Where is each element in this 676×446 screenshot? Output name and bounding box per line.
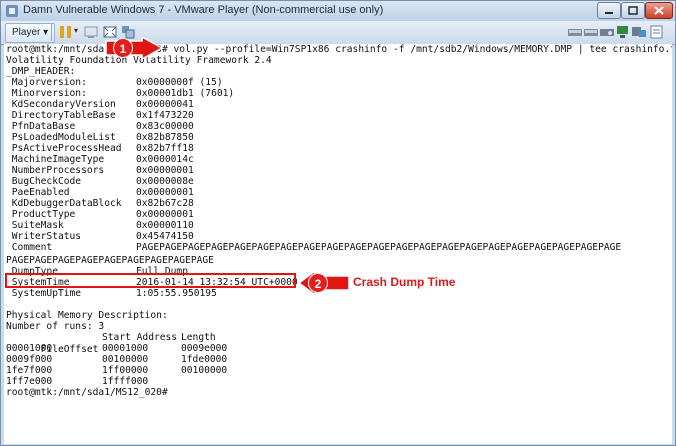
file-offset-cell: 0009f000 xyxy=(6,354,53,365)
field-key: PsActiveProcessHead xyxy=(6,143,122,154)
minimize-icon xyxy=(605,12,613,14)
length-cell: 00100000 xyxy=(181,365,228,376)
toolbar-separator xyxy=(51,24,52,41)
title-bar[interactable]: Damn Vulnerable Windows 7 - VMware Playe… xyxy=(1,1,675,21)
annotation-badge-2: 2 xyxy=(308,273,328,293)
send-ctrl-alt-del-icon[interactable] xyxy=(83,24,101,40)
player-menu-button[interactable]: Player ▾ xyxy=(5,23,56,43)
pause-icon[interactable] xyxy=(57,24,75,40)
toolbar: Player ▾ ▾ xyxy=(1,21,675,45)
crash-dump-time-callout: Crash Dump Time xyxy=(353,275,456,289)
minimize-button[interactable] xyxy=(597,2,621,19)
field-key: WriterStatus xyxy=(6,231,82,242)
maximize-button[interactable] xyxy=(621,2,645,19)
file-offset-cell: 00001000 xyxy=(6,343,53,354)
file-offset-cell: 1fe7f000 xyxy=(6,365,53,376)
vmware-player-window: Damn Vulnerable Windows 7 - VMware Playe… xyxy=(0,0,676,446)
message-log-icon[interactable] xyxy=(648,24,666,40)
field-key: BugCheckCode xyxy=(6,176,82,187)
field-key: KdSecondaryVersion xyxy=(6,99,116,110)
field-value: 1:05:55.950195 xyxy=(136,288,217,299)
terminal-output[interactable]: root@mtk:/mnt/sda1/MS12_020# vol.py --pr… xyxy=(4,44,672,444)
chevron-down-icon: ▾ xyxy=(43,27,49,38)
field-key: PfnDataBase xyxy=(6,121,76,132)
field-key: DirectoryTableBase xyxy=(6,110,116,121)
device-icons xyxy=(556,21,670,43)
field-value: PAGEPAGEPAGEPAGEPAGEPAGEPAGEPAGEPAGEPAGE… xyxy=(136,242,622,253)
field-key: NumberProcessors xyxy=(6,165,105,176)
field-key: PaeEnabled xyxy=(6,187,70,198)
field-key: KdDebuggerDataBlock xyxy=(6,198,122,209)
annotation-badge-1: 1 xyxy=(113,38,133,58)
maximize-icon xyxy=(628,6,638,15)
field-key: SystemUpTime xyxy=(6,288,82,299)
window-title: Damn Vulnerable Windows 7 - VMware Playe… xyxy=(23,4,384,16)
field-key: Minorversion: xyxy=(6,88,87,99)
field-key: ProductType xyxy=(6,209,76,220)
vmware-app-icon xyxy=(6,5,18,17)
header-row: Comment PAGEPAGEPAGEPAGEPAGEPAGEPAGEPAGEP… xyxy=(6,242,621,254)
close-button[interactable] xyxy=(645,2,673,19)
field-key: Majorversion: xyxy=(6,77,87,88)
chevron-down-icon[interactable]: ▾ xyxy=(74,26,78,35)
close-icon xyxy=(654,6,664,15)
field-key: MachineImageType xyxy=(6,154,105,165)
file-offset-cell: 1ff7e000 xyxy=(6,376,53,387)
player-menu-label: Player xyxy=(12,27,41,38)
field-key: PsLoadedModuleList xyxy=(6,132,116,143)
field-key: Comment xyxy=(6,242,53,253)
usb-device-icon[interactable] xyxy=(630,24,648,40)
system-time-highlight-box xyxy=(5,273,296,288)
dump-row: SystemUpTime 1:05:55.950195 xyxy=(6,288,217,300)
field-key: SuiteMask xyxy=(6,220,64,231)
final-prompt: root@mtk:/mnt/sda1/MS12_020# xyxy=(6,387,168,398)
